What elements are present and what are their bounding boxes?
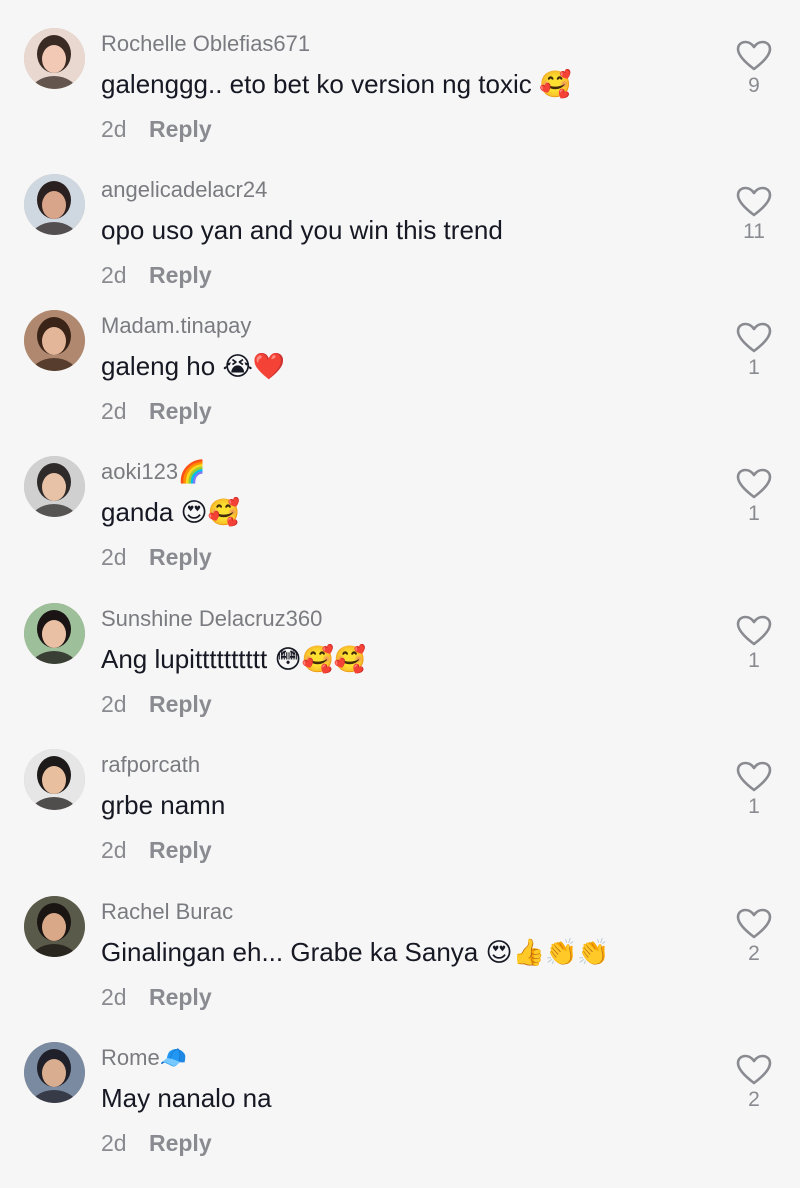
username[interactable]: Rochelle Oblefias671 <box>101 31 310 57</box>
username[interactable]: Rachel Burac <box>101 899 233 925</box>
comment-meta: 2d Reply <box>101 837 212 864</box>
avatar[interactable] <box>24 896 85 957</box>
username[interactable]: Rome🧢 <box>101 1045 187 1071</box>
comment-meta: 2d Reply <box>101 1130 212 1157</box>
heart-outline-icon <box>736 908 772 939</box>
comment-time: 2d <box>101 544 127 570</box>
comment-text: galeng ho 😭❤️ <box>101 351 286 382</box>
comment-meta: 2d Reply <box>101 262 212 289</box>
comment-time: 2d <box>101 262 127 288</box>
like-count: 9 <box>748 74 760 97</box>
comment-item[interactable]: rafporcath grbe namn 2d Reply 1 <box>0 749 800 895</box>
comment-meta: 2d Reply <box>101 544 212 571</box>
avatar[interactable] <box>24 603 85 664</box>
avatar[interactable] <box>24 174 85 235</box>
reply-button[interactable]: Reply <box>149 1130 212 1156</box>
like-button[interactable]: 1 <box>732 322 776 380</box>
like-count: 1 <box>748 502 760 525</box>
comment-item[interactable]: Rochelle Oblefias671 galenggg.. eto bet … <box>0 28 800 174</box>
username[interactable]: aoki123🌈 <box>101 459 205 485</box>
comment-emojis: 😍👍👏👏 <box>485 938 610 968</box>
comment-item[interactable]: angelicadelacr24 opo uso yan and you win… <box>0 174 800 320</box>
heart-outline-icon <box>736 1054 772 1085</box>
like-count: 1 <box>748 795 760 818</box>
reply-button[interactable]: Reply <box>149 984 212 1010</box>
comment-text: Ang lupitttttttttt 😳🥰🥰 <box>101 644 367 675</box>
username[interactable]: Madam.tinapay <box>101 313 251 339</box>
comment-emojis: 😍🥰 <box>180 498 241 528</box>
like-button[interactable]: 1 <box>732 761 776 819</box>
comment-time: 2d <box>101 984 127 1010</box>
comment-text: ganda 😍🥰 <box>101 497 241 528</box>
username[interactable]: rafporcath <box>101 752 200 778</box>
comment-text: Ginalingan eh... Grabe ka Sanya 😍👍👏👏 <box>101 937 610 968</box>
comment-text: May nanalo na <box>101 1083 272 1113</box>
comment-time: 2d <box>101 398 127 424</box>
heart-outline-icon <box>736 615 772 646</box>
like-count: 1 <box>748 649 760 672</box>
comment-item[interactable]: Sunshine Delacruz360 Ang lupitttttttttt … <box>0 603 800 749</box>
reply-button[interactable]: Reply <box>149 398 212 424</box>
heart-outline-icon <box>736 468 772 499</box>
like-count: 11 <box>743 220 765 243</box>
reply-button[interactable]: Reply <box>149 116 212 142</box>
comment-text: opo uso yan and you win this trend <box>101 215 503 245</box>
comment-meta: 2d Reply <box>101 116 212 143</box>
comment-time: 2d <box>101 116 127 142</box>
heart-outline-icon <box>736 761 772 792</box>
comment-item[interactable]: Rachel Burac Ginalingan eh... Grabe ka S… <box>0 896 800 1042</box>
like-button[interactable]: 9 <box>732 40 776 98</box>
comment-time: 2d <box>101 837 127 863</box>
comment-item[interactable]: Rome🧢 May nanalo na 2d Reply 2 <box>0 1042 800 1188</box>
comment-time: 2d <box>101 691 127 717</box>
heart-outline-icon <box>736 40 772 71</box>
comment-emojis: 😭❤️ <box>222 352 286 382</box>
comment-text: galenggg.. eto bet ko version ng toxic 🥰 <box>101 69 572 100</box>
like-button[interactable]: 1 <box>732 615 776 673</box>
comment-emojis: 🥰 <box>538 70 572 100</box>
comment-meta: 2d Reply <box>101 398 212 425</box>
avatar[interactable] <box>24 1042 85 1103</box>
reply-button[interactable]: Reply <box>149 837 212 863</box>
avatar[interactable] <box>24 749 85 810</box>
like-count: 1 <box>748 356 760 379</box>
heart-outline-icon <box>736 322 772 353</box>
username-emoji: 🧢 <box>159 1046 188 1071</box>
reply-button[interactable]: Reply <box>149 262 212 288</box>
comment-time: 2d <box>101 1130 127 1156</box>
username[interactable]: angelicadelacr24 <box>101 177 267 203</box>
like-button[interactable]: 1 <box>732 468 776 526</box>
reply-button[interactable]: Reply <box>149 691 212 717</box>
comment-text: grbe namn <box>101 790 226 820</box>
avatar[interactable] <box>24 28 85 89</box>
like-count: 2 <box>748 942 760 965</box>
username[interactable]: Sunshine Delacruz360 <box>101 606 322 632</box>
comment-meta: 2d Reply <box>101 691 212 718</box>
like-button[interactable]: 2 <box>732 1054 776 1112</box>
heart-outline-icon <box>736 186 772 217</box>
reply-button[interactable]: Reply <box>149 544 212 570</box>
comment-emojis: 😳🥰🥰 <box>274 645 367 675</box>
comment-meta: 2d Reply <box>101 984 212 1011</box>
username-emoji: 🌈 <box>178 460 206 485</box>
comment-item[interactable]: aoki123🌈 ganda 😍🥰 2d Reply 1 <box>0 456 800 602</box>
like-button[interactable]: 11 <box>732 186 776 244</box>
comment-item[interactable]: Madam.tinapay galeng ho 😭❤️ 2d Reply 1 <box>0 310 800 456</box>
like-count: 2 <box>748 1088 760 1111</box>
avatar[interactable] <box>24 456 85 517</box>
avatar[interactable] <box>24 310 85 371</box>
like-button[interactable]: 2 <box>732 908 776 966</box>
comment-list: Rochelle Oblefias671 galenggg.. eto bet … <box>0 0 800 1163</box>
